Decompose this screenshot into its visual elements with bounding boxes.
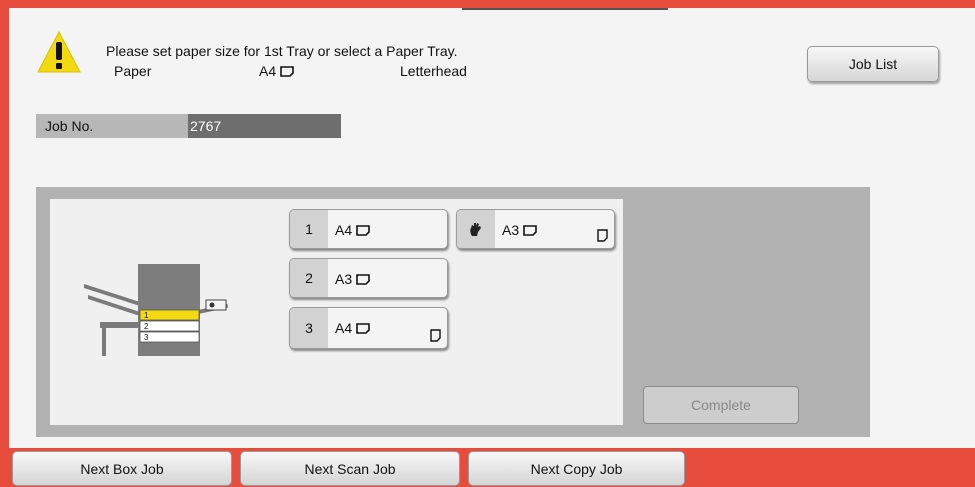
machine-tray-1-label: 1: [144, 311, 149, 320]
tray-1-number: 1: [290, 210, 328, 248]
bypass-tray-icon-area: [457, 210, 495, 248]
tray-2-size: A3: [335, 271, 370, 287]
tray-3-button[interactable]: 3 A4: [289, 307, 448, 349]
job-number-value: 2767: [188, 114, 341, 138]
paper-size-value: A4: [259, 63, 277, 79]
next-scan-job-button[interactable]: Next Scan Job: [240, 451, 460, 486]
warning-icon: [37, 30, 81, 73]
paper-type: Letterhead: [400, 63, 467, 79]
tray-1-size-value: A4: [335, 222, 353, 238]
machine-tray-2-label: 2: [144, 322, 149, 331]
machine-tray-3-label: 3: [144, 333, 149, 342]
tray-1-button[interactable]: 1 A4: [289, 209, 448, 249]
bypass-tray-button[interactable]: A3: [456, 209, 615, 249]
job-list-button[interactable]: Job List: [807, 46, 939, 82]
next-copy-job-button[interactable]: Next Copy Job: [468, 451, 685, 486]
tray-2-number: 2: [290, 259, 328, 297]
next-box-job-button[interactable]: Next Box Job: [12, 451, 232, 486]
paper-corner-icon: [597, 229, 608, 242]
status-message: Please set paper size for 1st Tray or se…: [106, 43, 458, 59]
paper-orientation-icon: [356, 322, 370, 334]
paper-orientation-icon: [356, 224, 370, 236]
hand-icon: [470, 223, 481, 236]
tray-2-size-value: A3: [335, 271, 353, 287]
paper-size: A4: [259, 63, 294, 79]
paper-corner-icon: [430, 329, 441, 342]
bypass-tray-size-value: A3: [502, 222, 520, 238]
paper-label: Paper: [114, 63, 152, 79]
paper-orientation-icon: [523, 224, 537, 236]
job-number-label: Job No.: [36, 114, 188, 138]
tray-3-number: 3: [290, 308, 328, 348]
tray-3-size-value: A4: [335, 320, 353, 336]
tray-3-size: A4: [335, 320, 370, 336]
tray-2-button[interactable]: 2 A3: [289, 258, 448, 298]
paper-orientation-icon: [280, 65, 294, 77]
bypass-tray-size: A3: [502, 222, 537, 238]
paper-orientation-icon: [356, 273, 370, 285]
complete-button[interactable]: Complete: [643, 386, 799, 424]
tray-1-size: A4: [335, 222, 370, 238]
machine-illustration-icon: 1 2 3: [84, 264, 229, 356]
top-tab-indicator: [462, 8, 668, 10]
